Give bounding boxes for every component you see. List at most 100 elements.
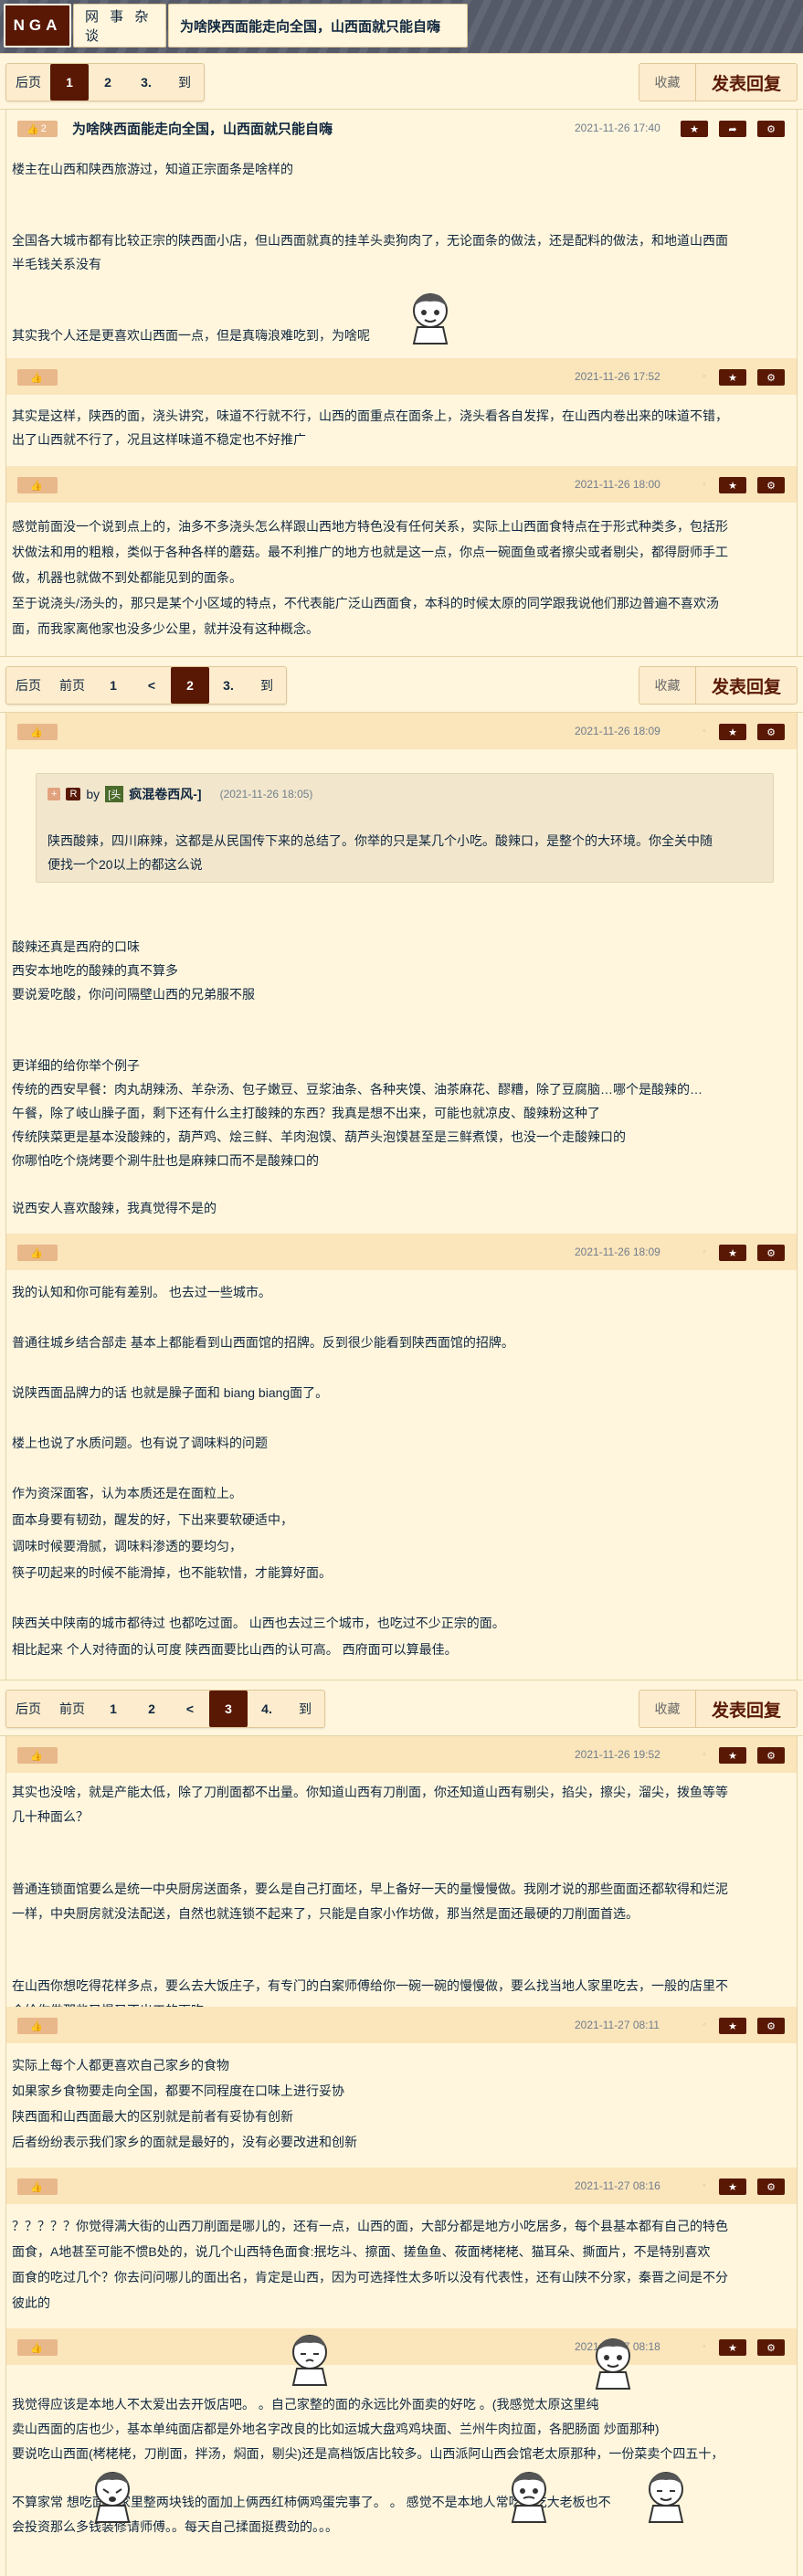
gear-icon[interactable]: ⚙ bbox=[757, 2178, 785, 2195]
reply-button[interactable]: 发表回复 bbox=[696, 1691, 797, 1727]
page-goto-button[interactable]: 到 bbox=[286, 1691, 324, 1727]
post-line: ？？？？？你觉得满大街的山西刀削面是哪儿的，还有一点，山西的面，大部分都是地方小… bbox=[12, 2219, 728, 2233]
post-body: ？？？？？你觉得满大街的山西刀削面是哪儿的，还有一点，山西的面，大部分都是地方小… bbox=[12, 2213, 789, 2316]
ac-sticker-icon bbox=[291, 2335, 328, 2386]
favorite-button[interactable]: 收藏 bbox=[639, 64, 696, 101]
thread-actions: 收藏 发表回复 bbox=[639, 63, 798, 101]
post-line: 后者纷纷表示我们家乡的面就是最好的，没有必要改进和创新 bbox=[12, 2135, 357, 2149]
quote-by: by bbox=[86, 787, 100, 801]
page-2-button[interactable]: 2 bbox=[132, 1691, 171, 1727]
page-prev-button[interactable]: 前页 bbox=[50, 1691, 94, 1727]
page-4-button[interactable]: 4. bbox=[248, 1691, 286, 1727]
page-3-button[interactable]: 3 bbox=[209, 1691, 248, 1727]
gear-icon[interactable]: ⚙ bbox=[757, 1245, 785, 1261]
breadcrumb-thread[interactable]: 为啥陕西面能走向全国，山西面就只能自嗨 bbox=[168, 4, 468, 48]
quote-header: + R by [头 疯混卷西风-] (2021-11-26 18:05) bbox=[48, 785, 312, 803]
post-line bbox=[12, 1173, 789, 1197]
page-back-button[interactable]: 后页 bbox=[6, 1691, 50, 1727]
ac-sticker-icon bbox=[595, 2338, 631, 2390]
post-line bbox=[12, 1829, 789, 1853]
favorite-button[interactable]: 收藏 bbox=[639, 1691, 696, 1727]
post-header: 👍 2021-11-27 08:18 ◦ ★ ⚙ bbox=[6, 2328, 797, 2365]
reply-button[interactable]: 发表回复 bbox=[696, 64, 797, 101]
page-left-button[interactable]: < bbox=[171, 1691, 209, 1727]
star-icon[interactable]: ★ bbox=[719, 1245, 746, 1261]
thumbs-icon[interactable]: 👍 bbox=[17, 2339, 58, 2356]
star-icon[interactable]: ★ bbox=[719, 2339, 746, 2356]
quote-plus[interactable]: + bbox=[48, 788, 61, 800]
top-banner: NGA 网 事 杂 谈 为啥陕西面能走向全国，山西面就只能自嗨 bbox=[0, 0, 803, 53]
thumbs-icon[interactable]: 👍 bbox=[17, 369, 58, 386]
star-icon[interactable]: ★ bbox=[719, 724, 746, 740]
reply-button[interactable]: 发表回复 bbox=[696, 667, 797, 704]
vote-count: 2 bbox=[40, 123, 48, 134]
star-icon[interactable]: ★ bbox=[719, 369, 746, 386]
post-line bbox=[12, 1031, 789, 1055]
post-line: 午餐，除了岐山臊子面，剩下还有什么主打酸辣的东西？我真是想不出来，可能也就凉皮、… bbox=[12, 1106, 600, 1120]
gear-icon[interactable]: ⚙ bbox=[757, 724, 785, 740]
thumbs-icon[interactable]: 👍 bbox=[17, 1747, 58, 1764]
gear-icon[interactable]: ⚙ bbox=[757, 477, 785, 493]
page-buttons: 后页 前页 1 2 < 3 4. 到 bbox=[5, 1690, 325, 1728]
page-back-button[interactable]: 后页 bbox=[6, 64, 50, 101]
post-line: 全国各大城市都有比较正宗的陕西面小店，但山西面就真的挂羊头卖狗肉了，无论面条的做… bbox=[12, 233, 728, 248]
page-3-button[interactable]: 3. bbox=[127, 64, 165, 101]
post-time: 2021-11-26 18:00 bbox=[575, 478, 660, 491]
page-1-button[interactable]: 1 bbox=[94, 1691, 132, 1727]
gear-icon[interactable]: ⚙ bbox=[757, 2018, 785, 2034]
gear-icon[interactable]: ⚙ bbox=[757, 1747, 785, 1764]
favorite-button[interactable]: 收藏 bbox=[639, 667, 696, 704]
post-line: 酸辣还真是西府的口味 bbox=[12, 939, 140, 954]
post-line: 面食，A地甚至可能不惯B处的，说几个山西特色面食:抿圪斗、擦面、搓鱼鱼、莜面栲栳… bbox=[12, 2244, 711, 2259]
post-line: 作为资深面客，认为本质还是在面粒上。 bbox=[12, 1486, 242, 1500]
star-icon[interactable]: ★ bbox=[719, 477, 746, 493]
page-goto-button[interactable]: 到 bbox=[165, 64, 204, 101]
thumbs-icon[interactable]: 👍 2 bbox=[17, 121, 58, 137]
quote-reply-tag[interactable]: R bbox=[66, 788, 81, 800]
star-icon[interactable]: ★ bbox=[719, 2178, 746, 2195]
ac-sticker-icon bbox=[648, 2472, 684, 2523]
thumbs-icon[interactable]: 👍 bbox=[17, 477, 58, 493]
page-2-button[interactable]: 2 bbox=[171, 667, 209, 704]
page-left-button[interactable]: < bbox=[132, 667, 171, 704]
post-line bbox=[12, 1007, 789, 1031]
page-goto-button[interactable]: 到 bbox=[248, 667, 286, 704]
post-line: 你哪怕吃个烧烤要个涮牛肚也是麻辣口而不是酸辣口的 bbox=[12, 1153, 319, 1168]
gear-icon[interactable]: ⚙ bbox=[757, 121, 785, 137]
post-line: 半毛钱关系没有 bbox=[12, 257, 101, 271]
post-header: 👍 2 为啥陕西面能走向全国，山西面就只能自嗨 2021-11-26 17:40 … bbox=[6, 110, 797, 146]
post-header: 👍 2021-11-26 18:00 ◦ ★ ⚙ bbox=[6, 466, 797, 503]
gear-icon[interactable]: ⚙ bbox=[757, 2339, 785, 2356]
avatar[interactable]: [头 bbox=[105, 786, 124, 802]
post-time: 2021-11-26 19:52 bbox=[575, 1748, 660, 1761]
pager-top: 后页 1 2 3. 到 收藏 发表回复 bbox=[0, 53, 803, 110]
star-icon[interactable]: ★ bbox=[719, 2018, 746, 2034]
gear-icon[interactable]: ⚙ bbox=[757, 369, 785, 386]
thumbs-icon[interactable]: 👍 bbox=[17, 724, 58, 740]
star-icon[interactable]: ★ bbox=[719, 1747, 746, 1764]
page-2-button[interactable]: 2 bbox=[89, 64, 127, 101]
lamp-icon: ◦ bbox=[703, 479, 706, 490]
page-1-button[interactable]: 1 bbox=[50, 64, 89, 101]
breadcrumb-forum[interactable]: 网 事 杂 谈 bbox=[73, 4, 166, 48]
page-1-button[interactable]: 1 bbox=[94, 667, 132, 704]
page-back-button[interactable]: 后页 bbox=[6, 667, 50, 704]
page-3-button[interactable]: 3. bbox=[209, 667, 248, 704]
nga-logo[interactable]: NGA bbox=[4, 4, 71, 48]
reply-post: 👍 2021-11-27 08:18 ◦ ★ ⚙ 我觉得应该是本地人不太爱出去开… bbox=[5, 2328, 798, 2576]
post-line bbox=[12, 1306, 789, 1330]
post-header: 👍 2021-11-26 18:09 ◦ ★ ⚙ bbox=[6, 713, 797, 749]
post-line: 楼主在山西和陕西旅游过，知道正宗面条是啥样的 bbox=[12, 162, 293, 176]
star-icon[interactable]: ★ bbox=[681, 121, 708, 137]
post-header: 👍 2021-11-27 08:11 ◦ ★ ⚙ bbox=[6, 2007, 797, 2043]
share-icon[interactable]: ➦ bbox=[719, 121, 746, 137]
post-line: 面本身要有韧劲，醒发的好，下出来要软硬适中， bbox=[12, 1512, 293, 1527]
page-prev-button[interactable]: 前页 bbox=[50, 667, 94, 704]
thumbs-icon[interactable]: 👍 bbox=[17, 2018, 58, 2034]
quote-username[interactable]: 疯混卷西风-] bbox=[129, 785, 201, 803]
post-header: 👍 2021-11-26 18:09 ◦ ★ ⚙ bbox=[6, 1234, 797, 1270]
thumbs-icon[interactable]: 👍 bbox=[17, 2178, 58, 2195]
thumbs-icon[interactable]: 👍 bbox=[17, 1245, 58, 1261]
lamp-icon: ◦ bbox=[703, 726, 706, 737]
pager-middle: 后页 前页 1 < 2 3. 到 收藏 发表回复 bbox=[0, 656, 803, 713]
